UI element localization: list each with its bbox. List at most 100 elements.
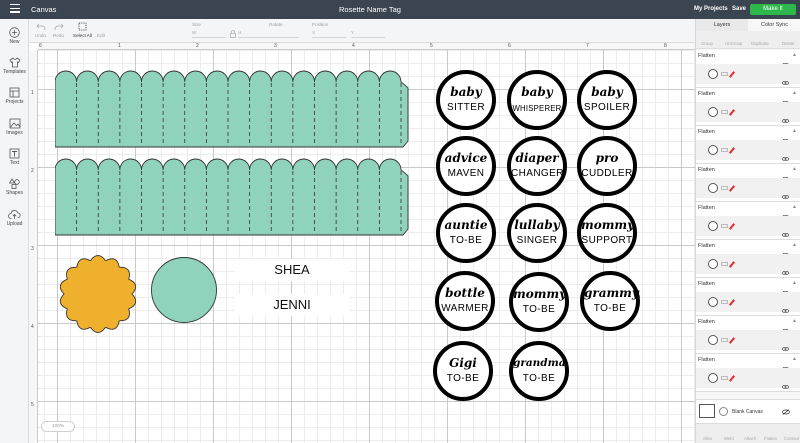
badge[interactable]: lullaby SINGER — [507, 203, 567, 263]
design-canvas[interactable]: 6 1 2 3 4 5 6 7 8 1 2 3 4 5 SHEA JENNI b… — [29, 43, 695, 443]
badge[interactable]: bottle WARMER — [435, 271, 495, 331]
layer-row[interactable] — [696, 368, 800, 390]
layer-row[interactable] — [696, 102, 800, 124]
delete-button[interactable]: Delete — [782, 41, 794, 46]
eye-icon[interactable] — [781, 110, 790, 124]
eye-icon[interactable] — [781, 358, 790, 372]
sidebar-item-templates[interactable]: Templates — [0, 57, 29, 75]
badge[interactable]: grandma TO-BE — [509, 341, 569, 401]
layer-group[interactable]: Flatten ▲ — [696, 316, 800, 354]
undo-icon[interactable] — [36, 23, 46, 30]
sidebar-item-upload[interactable]: Upload — [0, 209, 29, 227]
eye-icon[interactable] — [781, 300, 790, 314]
layer-group[interactable]: Flatten ▲ — [696, 278, 800, 316]
layer-row[interactable] — [696, 292, 800, 314]
scalloped-strip-1[interactable] — [55, 69, 411, 151]
eye-icon[interactable] — [781, 168, 790, 182]
chevron-up-icon[interactable]: ▲ — [792, 356, 797, 362]
zoom-control[interactable]: 100% — [41, 421, 75, 432]
eye-icon[interactable] — [781, 206, 790, 220]
width-field[interactable]: W — [192, 30, 226, 38]
blank-canvas-swatch[interactable] — [699, 404, 715, 418]
badge[interactable]: mommy SUPPORT — [577, 203, 637, 263]
scalloped-strip-2[interactable] — [55, 157, 411, 239]
sidebar-item-projects[interactable]: Projects — [0, 87, 29, 105]
attach-button[interactable]: Attach — [744, 436, 756, 441]
chevron-up-icon[interactable]: ▲ — [792, 318, 797, 324]
make-it-button[interactable]: Make It — [750, 4, 796, 15]
badge[interactable]: grammy TO-BE — [580, 271, 640, 331]
group-button[interactable]: Group — [701, 41, 713, 46]
hide-icon[interactable] — [782, 409, 790, 415]
badge[interactable]: diaper CHANGER — [507, 136, 567, 196]
layer-row[interactable] — [696, 140, 800, 162]
eye-icon[interactable] — [781, 54, 790, 68]
flatten-button[interactable]: Flatten — [764, 436, 777, 441]
badge[interactable]: baby WHISPERER — [507, 70, 567, 130]
duplicate-button[interactable]: Duplicate — [751, 41, 769, 46]
eye-icon[interactable] — [781, 92, 790, 106]
layer-group[interactable]: Flatten ▲ — [696, 202, 800, 240]
eye-icon[interactable] — [781, 262, 790, 276]
sidebar-item-text[interactable]: Text — [0, 148, 29, 166]
layer-row[interactable] — [696, 178, 800, 200]
eye-icon[interactable] — [781, 130, 790, 144]
canvas-color-circle[interactable] — [719, 407, 728, 416]
name-tag-shea[interactable]: SHEA — [235, 259, 349, 281]
badge[interactable]: mommy TO-BE — [509, 272, 569, 332]
my-projects-button[interactable]: My Projects — [694, 6, 728, 12]
y-position-field[interactable]: Y — [351, 30, 385, 38]
layer-group[interactable]: Flatten ▲ — [696, 88, 800, 126]
name-tag-jenni[interactable]: JENNI — [235, 294, 349, 316]
badge[interactable]: baby SPOILER — [577, 70, 637, 130]
eye-icon[interactable] — [781, 186, 790, 200]
eye-icon[interactable] — [781, 224, 790, 238]
chevron-up-icon[interactable]: ▲ — [792, 128, 797, 134]
rotate-field[interactable] — [269, 30, 299, 38]
lock-icon[interactable] — [230, 30, 236, 38]
tab-layers[interactable]: Layers — [696, 19, 748, 31]
layer-group[interactable]: Flatten ▲ — [696, 164, 800, 202]
layer-row[interactable] — [696, 64, 800, 86]
edit-button[interactable]: Edit — [97, 33, 105, 38]
eye-icon[interactable] — [781, 376, 790, 390]
layer-group[interactable]: Flatten ▲ — [696, 354, 800, 392]
blank-canvas-row[interactable]: Blank Canvas — [696, 399, 800, 423]
eye-icon[interactable] — [781, 320, 790, 334]
height-field[interactable]: H — [238, 30, 272, 38]
scalloped-circle[interactable] — [58, 254, 138, 334]
chevron-up-icon[interactable]: ▲ — [792, 280, 797, 286]
chevron-up-icon[interactable]: ▲ — [792, 242, 797, 248]
layer-row[interactable] — [696, 330, 800, 352]
badge[interactable]: advice MAVEN — [436, 136, 496, 196]
mint-circle[interactable] — [150, 256, 218, 324]
redo-button[interactable]: Redo — [53, 33, 64, 38]
sidebar-item-new[interactable]: New — [0, 27, 29, 45]
select-all-icon[interactable] — [78, 22, 87, 31]
badge[interactable]: pro CUDDLER — [577, 136, 637, 196]
sidebar-item-shapes[interactable]: Shapes — [0, 178, 29, 196]
chevron-up-icon[interactable]: ▲ — [792, 52, 797, 58]
slice-button[interactable]: Slice — [703, 436, 712, 441]
chevron-up-icon[interactable]: ▲ — [792, 204, 797, 210]
chevron-up-icon[interactable]: ▲ — [792, 90, 797, 96]
badge[interactable]: baby SITTER — [436, 70, 496, 130]
layer-row[interactable] — [696, 254, 800, 276]
eye-icon[interactable] — [781, 282, 790, 296]
eye-icon[interactable] — [781, 338, 790, 352]
layer-group[interactable]: Flatten ▲ — [696, 126, 800, 164]
badge[interactable]: Gigi TO-BE — [433, 341, 493, 401]
redo-icon[interactable] — [54, 23, 64, 30]
badge[interactable]: auntie TO-BE — [436, 203, 496, 263]
save-button[interactable]: Save — [732, 6, 746, 12]
layer-group[interactable]: Flatten ▲ — [696, 50, 800, 88]
x-position-field[interactable]: X — [312, 30, 346, 38]
layer-group[interactable]: Flatten ▲ — [696, 240, 800, 278]
undo-button[interactable]: Undo — [35, 33, 46, 38]
eye-icon[interactable] — [781, 72, 790, 86]
chevron-up-icon[interactable]: ▲ — [792, 166, 797, 172]
eye-icon[interactable] — [781, 244, 790, 258]
layer-row[interactable] — [696, 216, 800, 238]
weld-button[interactable]: Weld — [724, 436, 734, 441]
contour-button[interactable]: Contour — [784, 436, 799, 441]
